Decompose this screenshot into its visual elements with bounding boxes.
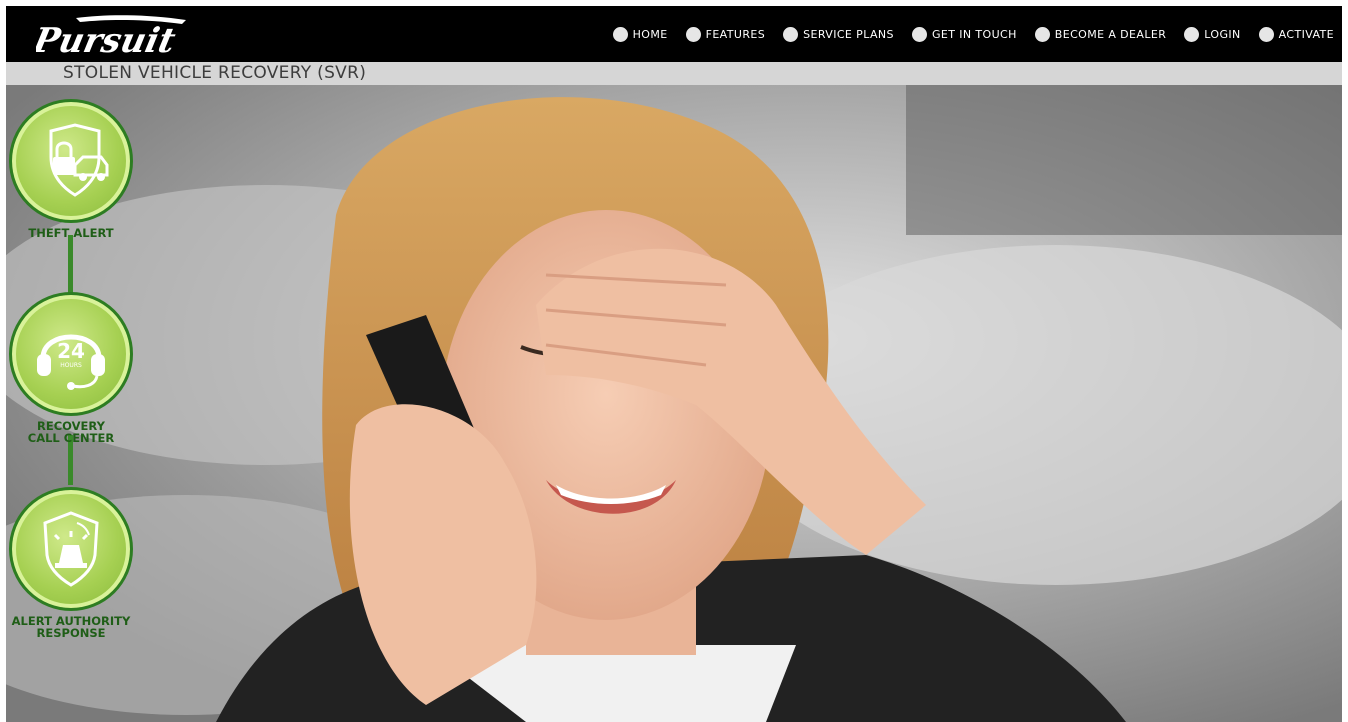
nav-features[interactable]: FEATURES bbox=[685, 26, 766, 42]
nav-home[interactable]: HOME bbox=[612, 26, 668, 42]
nav-label: FEATURES bbox=[705, 27, 766, 41]
main-nav: HOME FEATURES SERVICE PLANS GET IN TOUCH… bbox=[595, 6, 1334, 62]
svg-text:Pursuit: Pursuit bbox=[36, 21, 179, 58]
nav-label: GET IN TOUCH bbox=[931, 27, 1017, 41]
police-siren-icon bbox=[43, 511, 99, 587]
lock-car-icon bbox=[49, 123, 109, 197]
page-title: STOLEN VEHICLE RECOVERY (SVR) bbox=[63, 63, 367, 83]
nav-bullet-icon bbox=[1034, 26, 1050, 42]
nav-label: LOGIN bbox=[1204, 27, 1241, 41]
step-badge bbox=[9, 487, 133, 611]
step-label: RECOVERY CALL CENTER bbox=[27, 419, 115, 445]
step-theft-alert[interactable]: THEFT ALERT bbox=[9, 99, 133, 239]
nav-login[interactable]: LOGIN bbox=[1184, 26, 1241, 42]
step-label: THEFT ALERT bbox=[28, 226, 114, 240]
recovery-steps: THEFT ALERT 24 HOURS RECOVERY CALL CENTE… bbox=[6, 85, 136, 645]
nav-label: ACTIVATE bbox=[1278, 27, 1334, 41]
headset-24-icon: 24 HOURS bbox=[37, 334, 105, 390]
svg-text:24: 24 bbox=[57, 339, 85, 363]
nav-bullet-icon bbox=[1184, 26, 1200, 42]
step-recovery-call-center[interactable]: 24 HOURS RECOVERY CALL CENTER bbox=[9, 292, 133, 444]
step-connector bbox=[68, 235, 73, 295]
hero-image bbox=[6, 85, 1342, 722]
page-frame: Pursuit HOME FEATURES SERVICE PLANS GET … bbox=[6, 6, 1342, 722]
nav-bullet-icon bbox=[685, 26, 701, 42]
step-badge bbox=[9, 99, 133, 223]
nav-label: HOME bbox=[632, 27, 668, 41]
nav-activate[interactable]: ACTIVATE bbox=[1258, 26, 1334, 42]
step-label: ALERT AUTHORITY RESPONSE bbox=[11, 614, 131, 640]
nav-label: BECOME A DEALER bbox=[1054, 27, 1167, 41]
step-badge: 24 HOURS bbox=[9, 292, 133, 416]
nav-bullet-icon bbox=[911, 26, 927, 42]
nav-bullet-icon bbox=[1258, 26, 1274, 42]
nav-bullet-icon bbox=[612, 26, 628, 42]
svg-text:HOURS: HOURS bbox=[60, 362, 82, 369]
nav-become-a-dealer[interactable]: BECOME A DEALER bbox=[1034, 26, 1167, 42]
logo-wordmark-icon: Pursuit bbox=[29, 15, 186, 61]
pursuit-logo[interactable]: Pursuit bbox=[29, 12, 206, 61]
hero-photo-illustration bbox=[6, 85, 1342, 722]
step-alert-authority-response[interactable]: ALERT AUTHORITY RESPONSE bbox=[9, 487, 133, 639]
nav-label: SERVICE PLANS bbox=[803, 27, 894, 41]
nav-service-plans[interactable]: SERVICE PLANS bbox=[783, 26, 894, 42]
nav-get-in-touch[interactable]: GET IN TOUCH bbox=[911, 26, 1017, 42]
title-strip: STOLEN VEHICLE RECOVERY (SVR) bbox=[6, 62, 1342, 85]
top-nav-bar: Pursuit HOME FEATURES SERVICE PLANS GET … bbox=[6, 6, 1342, 62]
nav-bullet-icon bbox=[783, 26, 799, 42]
